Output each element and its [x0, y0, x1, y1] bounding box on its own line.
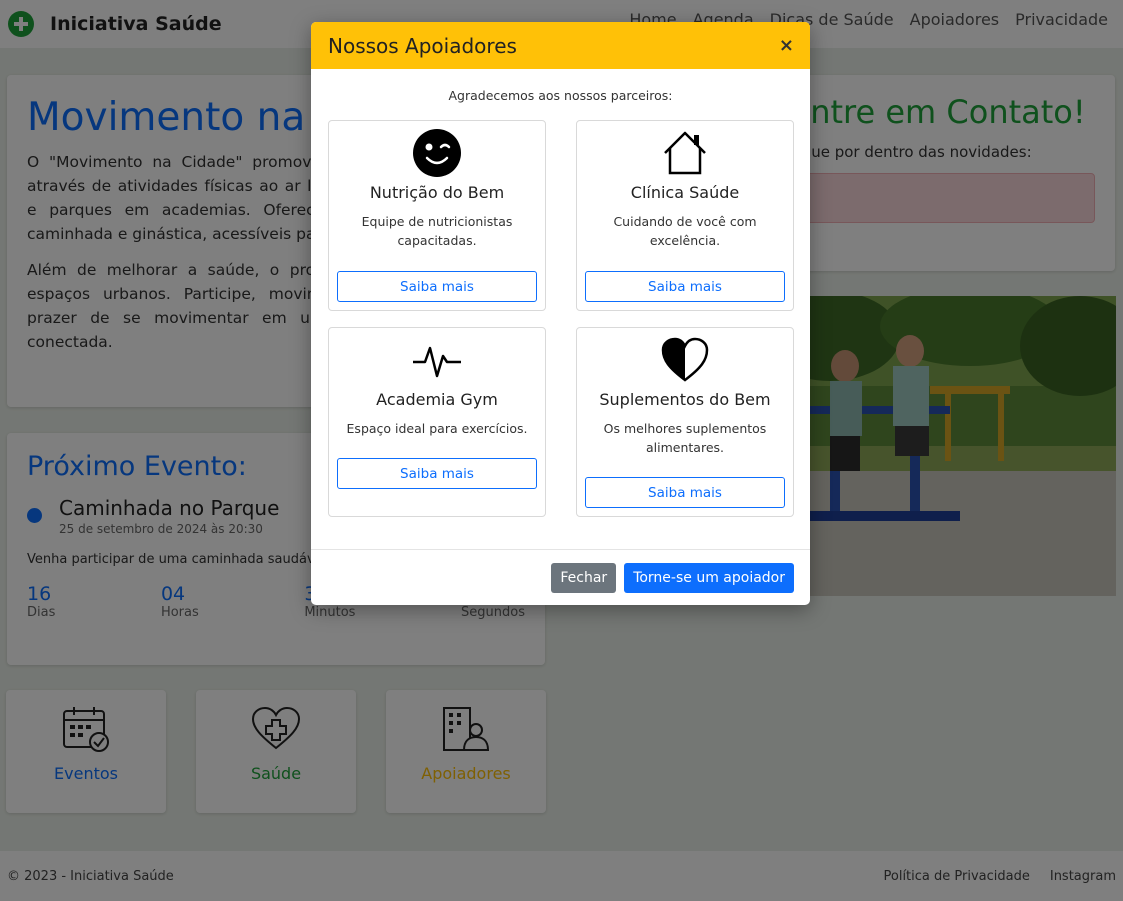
partner-saiba-mais-button[interactable]: Saiba mais	[337, 458, 537, 489]
partner-description: Os melhores suplementos alimentares.	[603, 421, 767, 455]
modal-title: Nossos Apoiadores	[328, 33, 517, 58]
become-supporter-button[interactable]: Torne-se um apoiador	[624, 562, 794, 593]
house-icon	[664, 131, 706, 175]
close-icon[interactable]: ×	[779, 35, 794, 56]
partner-card-academia: Academia Gym Espaço ideal para exercício…	[328, 327, 546, 517]
pulse-icon	[413, 346, 461, 378]
modal-footer: Fechar Torne-se um apoiador	[311, 549, 810, 605]
partner-name: Clínica Saúde	[630, 183, 740, 202]
partner-name: Academia Gym	[376, 390, 498, 409]
modal-header: Nossos Apoiadores ×	[311, 22, 810, 69]
wink-face-icon	[413, 129, 461, 177]
partner-saiba-mais-button[interactable]: Saiba mais	[585, 477, 785, 508]
partner-saiba-mais-button[interactable]: Saiba mais	[585, 271, 785, 302]
partner-name: Nutrição do Bem	[369, 183, 505, 202]
half-heart-icon	[661, 337, 709, 382]
close-button[interactable]: Fechar	[551, 562, 617, 593]
partner-card-clinica: Clínica Saúde Cuidando de você com excel…	[576, 120, 794, 311]
partner-name: Suplementos do Bem	[599, 390, 771, 409]
supporters-modal: Nossos Apoiadores × Agradecemos aos noss…	[311, 22, 810, 605]
partner-card-suplementos: Suplementos do Bem Os melhores suplement…	[576, 327, 794, 517]
modal-intro: Agradecemos aos nossos parceiros:	[448, 88, 673, 103]
partner-description: Cuidando de você com excelência.	[613, 214, 757, 248]
partner-description: Equipe de nutricionistas capacitadas.	[361, 214, 513, 248]
partner-card-nutricao: Nutrição do Bem Equipe de nutricionistas…	[328, 120, 546, 311]
partner-saiba-mais-button[interactable]: Saiba mais	[337, 271, 537, 302]
partner-description: Espaço ideal para exercícios.	[346, 421, 528, 436]
